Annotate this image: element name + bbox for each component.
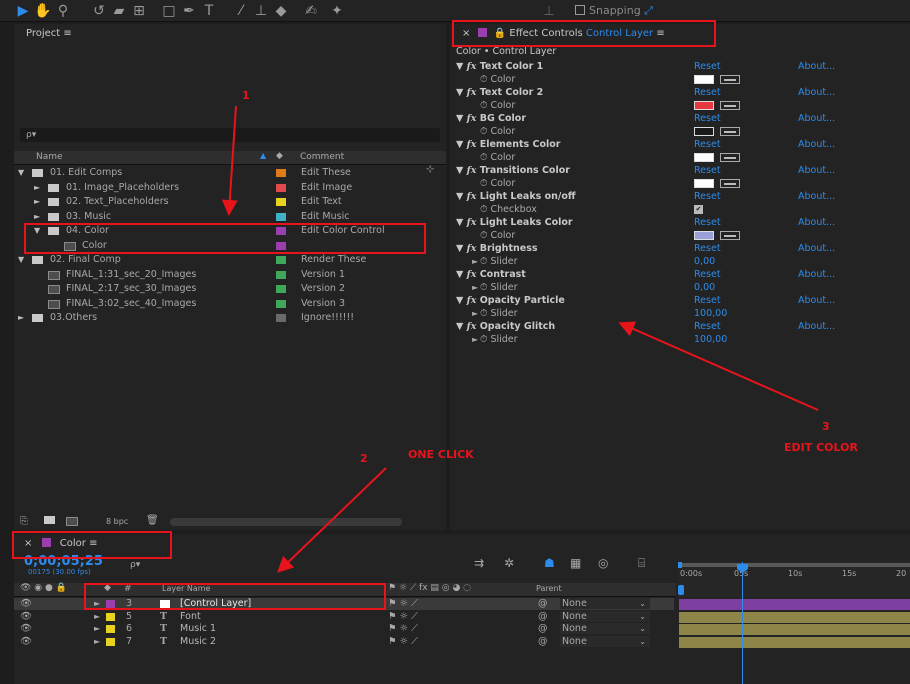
arrow-1 xyxy=(221,105,238,216)
arrow-3 xyxy=(618,321,819,411)
arrow-2 xyxy=(277,467,387,573)
annotation-number-2: 2 xyxy=(360,452,368,465)
annotation-number-1: 1 xyxy=(242,89,250,102)
annotation-arrows xyxy=(221,105,819,573)
annotation-edit-color: EDIT COLOR xyxy=(784,441,858,454)
annotation-one-click: ONE CLICK xyxy=(408,448,474,461)
annotation-number-3: 3 xyxy=(822,420,830,433)
